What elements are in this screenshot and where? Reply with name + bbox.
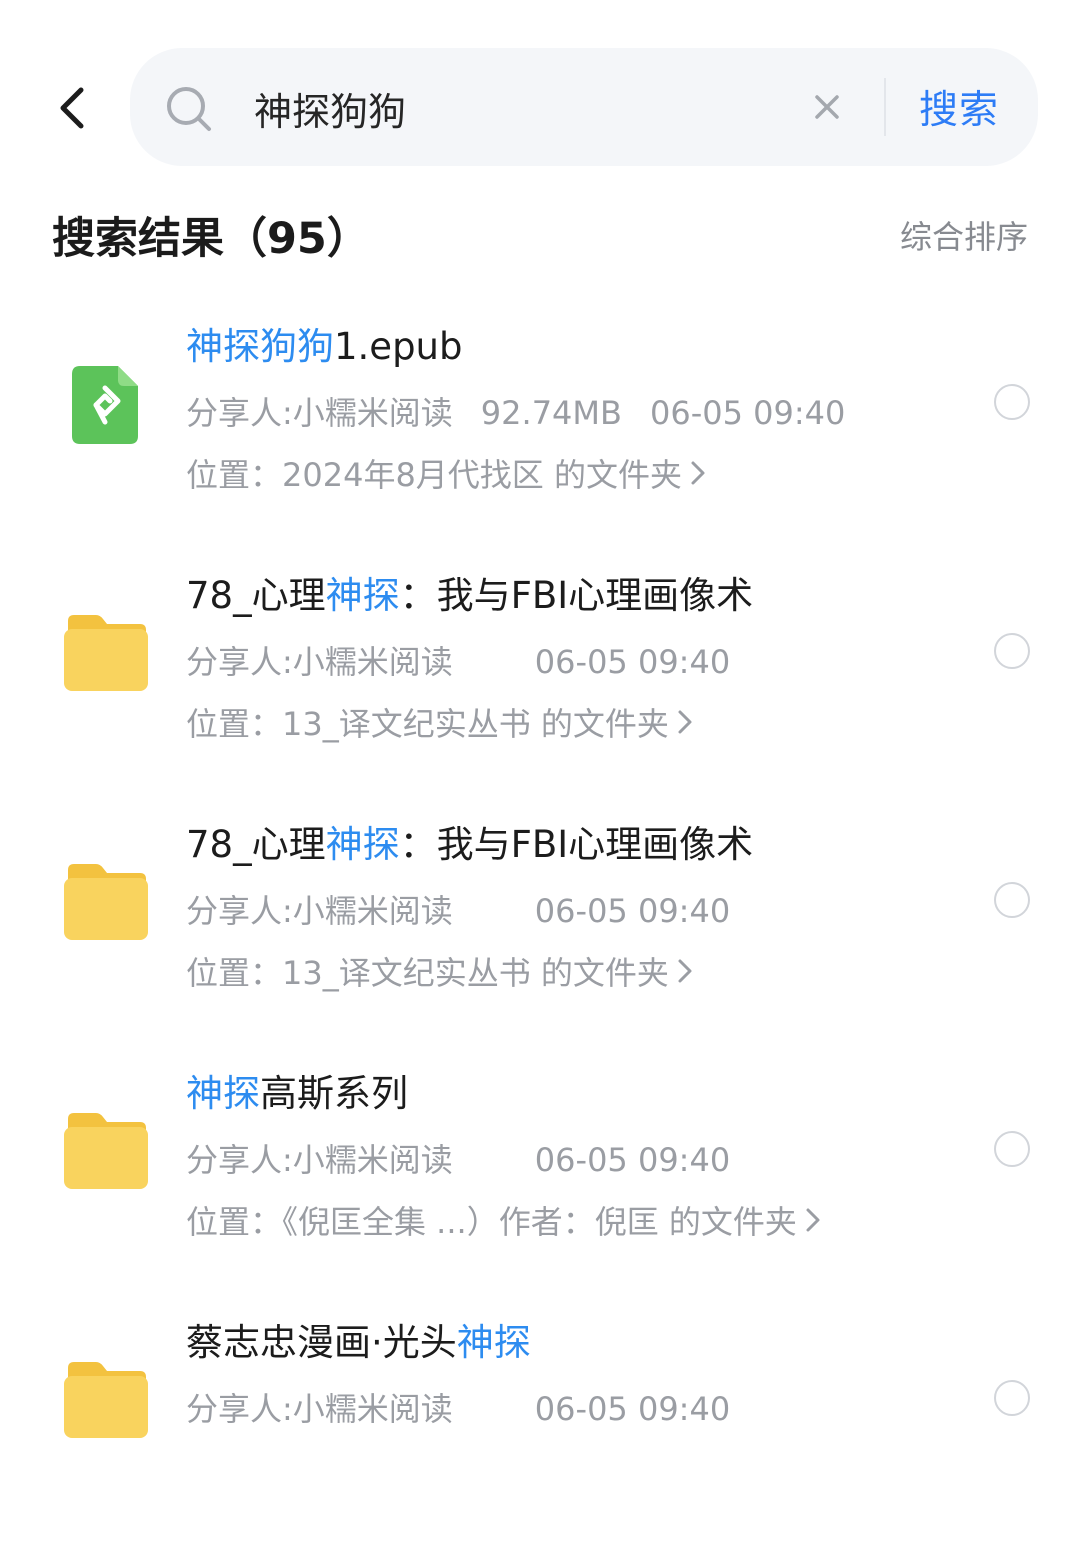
close-icon (815, 95, 839, 119)
timestamp: 06-05 09:40 (534, 1390, 731, 1428)
sort-button[interactable]: 综合排序 (900, 212, 1028, 258)
title-highlight: 神探 (456, 1321, 531, 1364)
sharer: 分享人:小糯米阅读 (186, 1390, 453, 1428)
select-radio[interactable] (994, 633, 1030, 669)
result-title: 神探高斯系列 (186, 1063, 408, 1117)
title-highlight: 神探 (325, 574, 400, 617)
search-header: 搜索 (0, 0, 1080, 180)
result-item[interactable]: 蔡志忠漫画·光头神探 分享人:小糯米阅读 06-05 09:40 (0, 1296, 1080, 1545)
chevron-right-icon (678, 710, 692, 734)
timestamp: 06-05 09:40 (534, 1141, 731, 1179)
search-button[interactable]: 搜索 (900, 76, 1018, 138)
result-meta: 分享人:小糯米阅读 06-05 09:40 (186, 637, 758, 683)
folder-icon (64, 615, 148, 691)
location-text: 位置：13_译文纪实丛书 的文件夹 (186, 954, 669, 992)
sharer: 分享人:小糯米阅读 (186, 1141, 453, 1179)
chevron-right-icon (806, 1208, 820, 1232)
location-text: 位置：13_译文纪实丛书 的文件夹 (186, 705, 669, 743)
results-title: 搜索结果（95） (52, 214, 370, 264)
title-rest: ：我与FBI心理画像术 (399, 823, 754, 866)
result-list: 神探狗狗1.epub 分享人:小糯米阅读 92.74MB 06-05 09:40 位… (0, 300, 1080, 1545)
timestamp: 06-05 09:40 (534, 892, 731, 930)
result-location[interactable]: 位置：13_译文纪实丛书 的文件夹 (186, 948, 693, 994)
chevron-right-icon (678, 959, 692, 983)
select-radio[interactable] (994, 384, 1030, 420)
title-rest: 1.epub (334, 325, 463, 368)
result-location[interactable]: 位置：13_译文纪实丛书 的文件夹 (186, 699, 693, 745)
title-highlight: 神探 (186, 1072, 260, 1115)
select-radio[interactable] (994, 1380, 1030, 1416)
timestamp: 06-05 09:40 (534, 643, 731, 681)
sharer: 分享人:小糯米阅读 (186, 394, 453, 432)
back-button[interactable] (48, 80, 96, 136)
search-box: 搜索 (130, 48, 1038, 166)
sharer: 分享人:小糯米阅读 (186, 643, 453, 681)
clear-button[interactable] (808, 88, 846, 126)
folder-icon (64, 1362, 148, 1438)
result-meta: 分享人:小糯米阅读 06-05 09:40 (186, 1384, 758, 1430)
result-location[interactable]: 位置：2024年8月代找区 的文件夹 (186, 450, 706, 496)
result-title: 78_心理神探：我与FBI心理画像术 (186, 565, 753, 619)
result-title: 78_心理神探：我与FBI心理画像术 (186, 814, 753, 868)
epub-file-icon (72, 366, 138, 444)
location-text: 位置：《倪匡全集 ...）作者：倪匡 的文件夹 (186, 1203, 797, 1241)
search-icon (167, 87, 211, 131)
result-item[interactable]: 神探狗狗1.epub 分享人:小糯米阅读 92.74MB 06-05 09:40 位… (0, 300, 1080, 549)
title-rest: 高斯系列 (260, 1072, 408, 1115)
result-item[interactable]: 78_心理神探：我与FBI心理画像术 分享人:小糯米阅读 06-05 09:40 … (0, 798, 1080, 1047)
location-text: 位置：2024年8月代找区 的文件夹 (186, 456, 682, 494)
result-item[interactable]: 神探高斯系列 分享人:小糯米阅读 06-05 09:40 位置：《倪匡全集 ...… (0, 1047, 1080, 1296)
select-radio[interactable] (994, 882, 1030, 918)
title-highlight: 神探 (325, 823, 400, 866)
search-divider (884, 78, 886, 136)
timestamp: 06-05 09:40 (649, 394, 846, 432)
folder-icon (64, 864, 148, 940)
title-prefix: 78_心理 (186, 823, 326, 866)
result-meta: 分享人:小糯米阅读 06-05 09:40 (186, 886, 758, 932)
result-item[interactable]: 78_心理神探：我与FBI心理画像术 分享人:小糯米阅读 06-05 09:40 … (0, 549, 1080, 798)
search-input[interactable] (254, 78, 794, 138)
result-title: 蔡志忠漫画·光头神探 (186, 1312, 531, 1366)
title-prefix: 78_心理 (186, 574, 326, 617)
file-size: 92.74MB (480, 394, 622, 432)
title-rest: ：我与FBI心理画像术 (399, 574, 754, 617)
result-meta: 分享人:小糯米阅读 92.74MB 06-05 09:40 (186, 388, 873, 434)
select-radio[interactable] (994, 1131, 1030, 1167)
title-prefix: 蔡志忠漫画·光头 (186, 1321, 457, 1364)
chevron-left-icon (60, 87, 84, 129)
result-meta: 分享人:小糯米阅读 06-05 09:40 (186, 1135, 758, 1181)
title-highlight: 神探狗狗 (186, 325, 334, 368)
chevron-right-icon (691, 461, 705, 485)
result-title: 神探狗狗1.epub (186, 316, 463, 370)
result-location[interactable]: 位置：《倪匡全集 ...）作者：倪匡 的文件夹 (186, 1197, 821, 1243)
sharer: 分享人:小糯米阅读 (186, 892, 453, 930)
folder-icon (64, 1113, 148, 1189)
